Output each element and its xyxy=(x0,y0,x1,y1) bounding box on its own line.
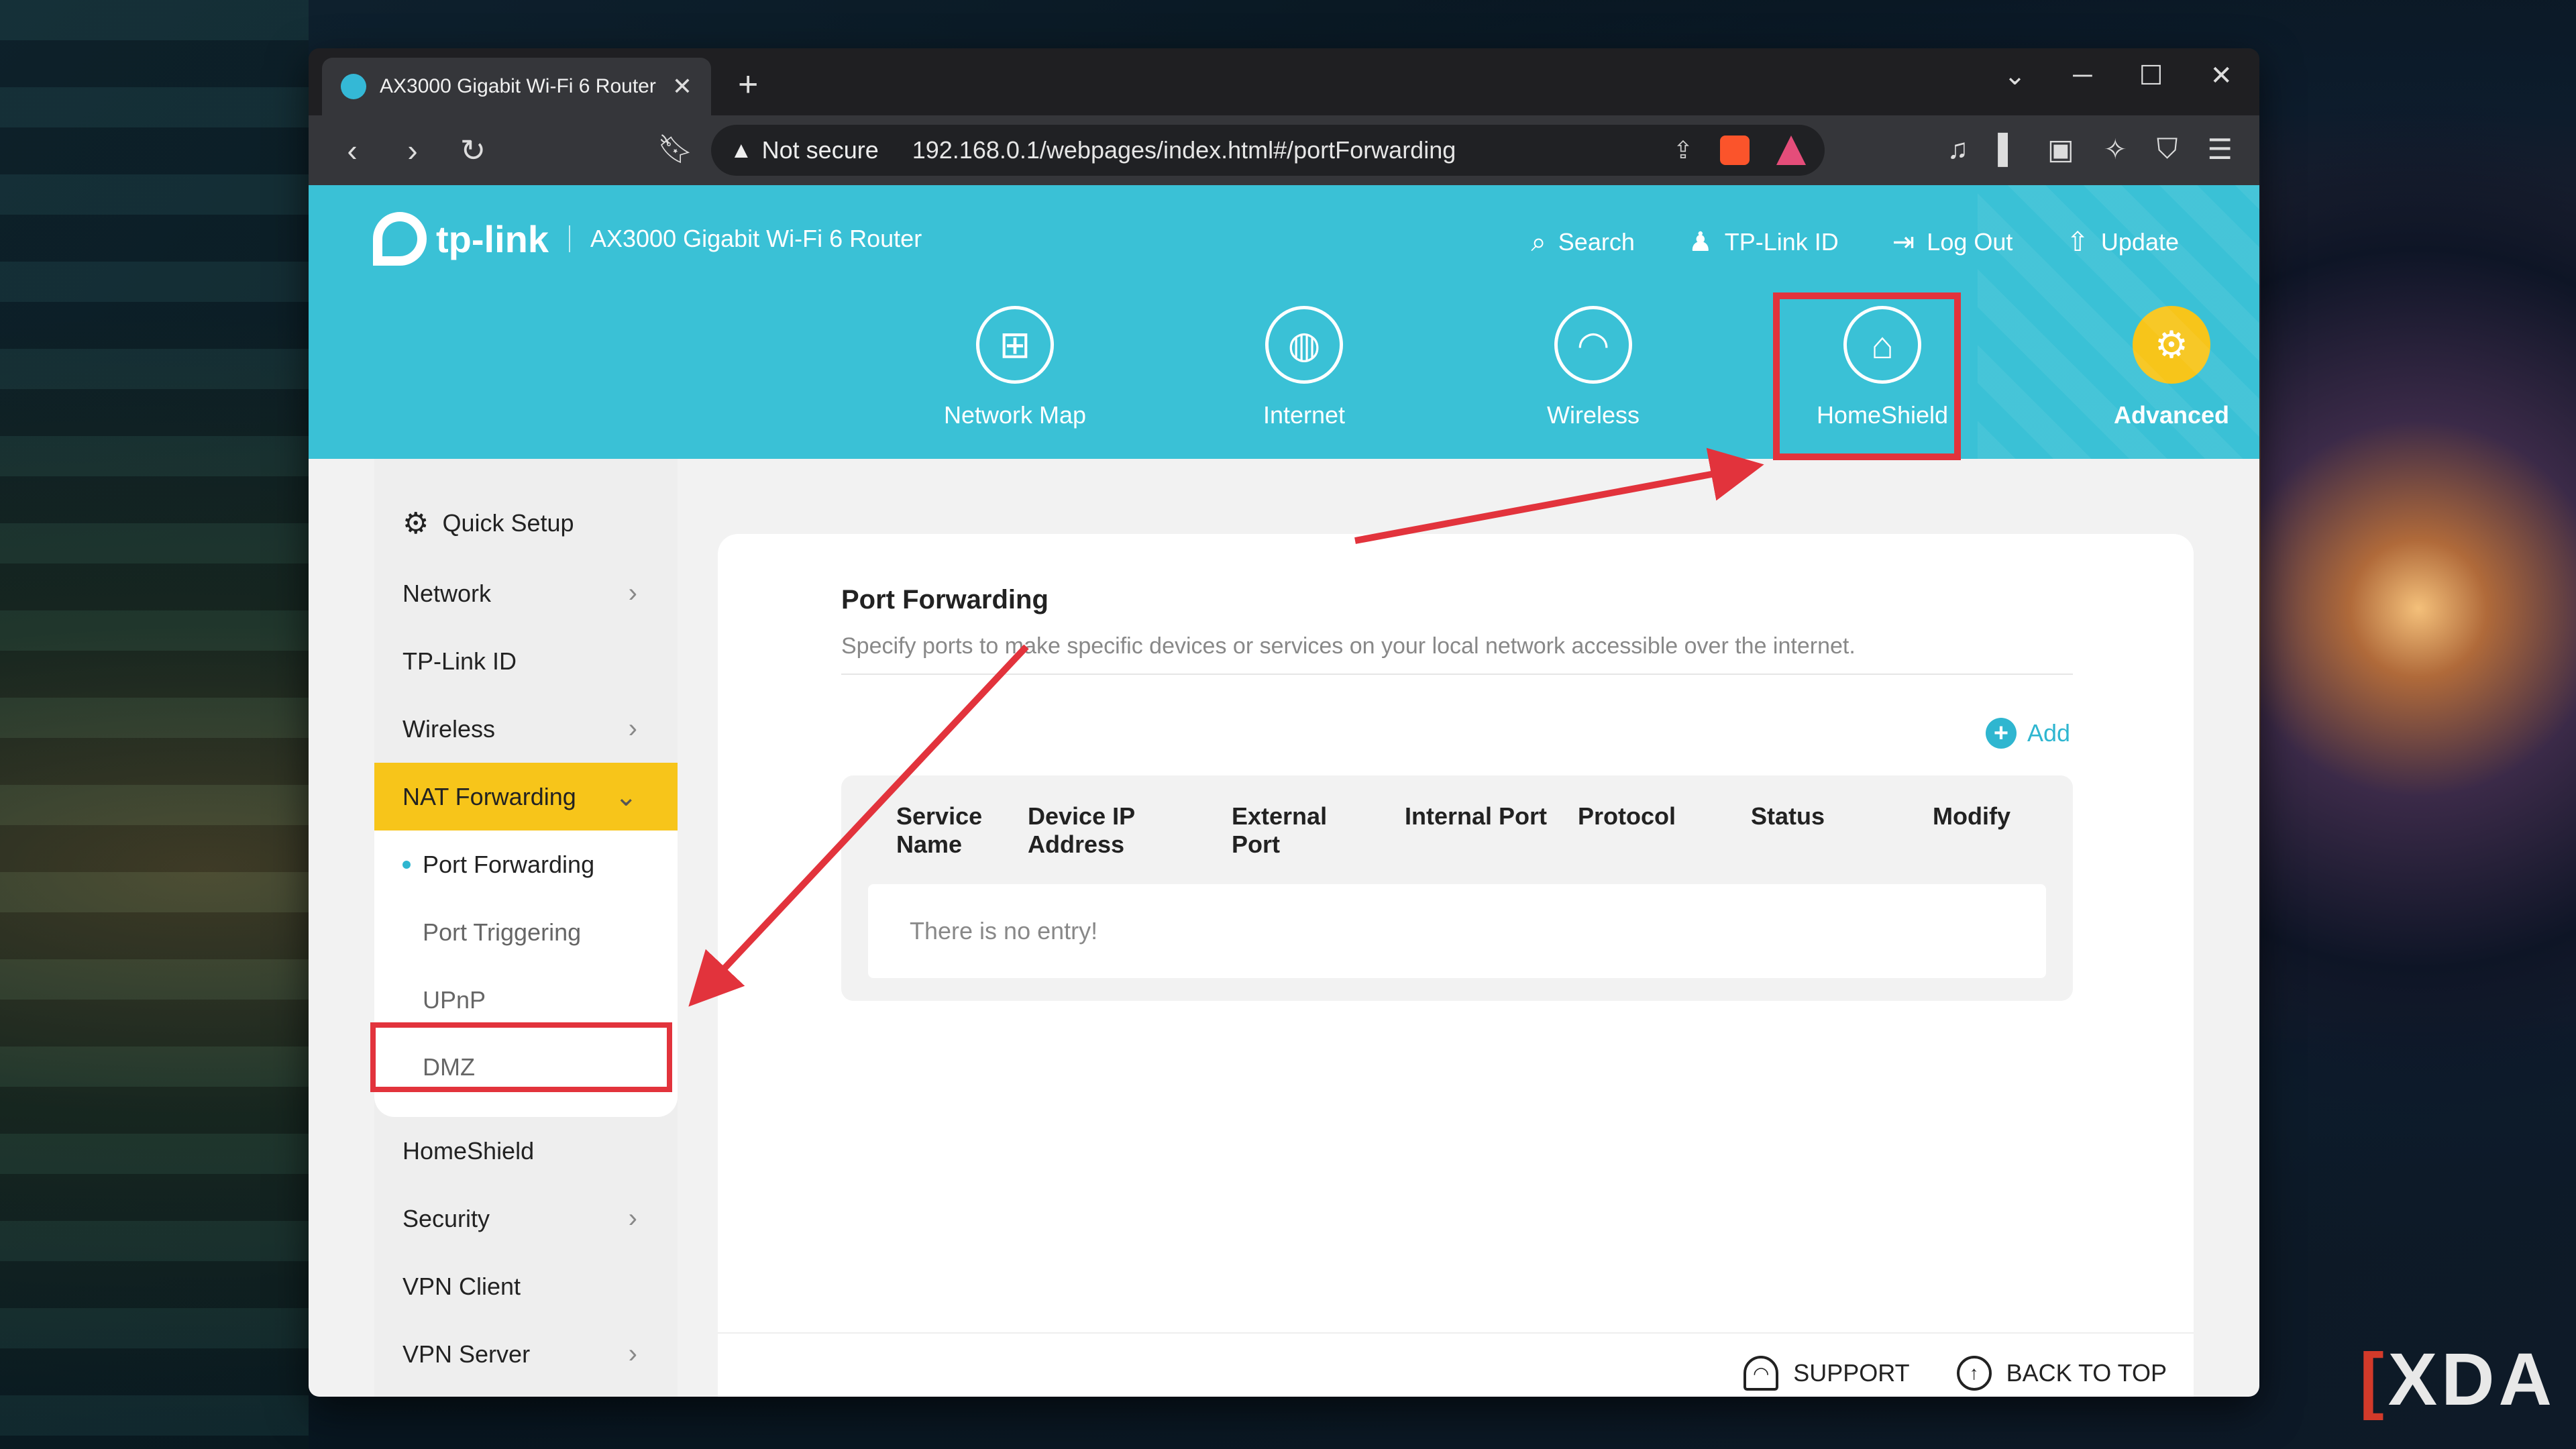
arrow-to-nat-forwarding xyxy=(688,644,1029,1007)
not-secure-label[interactable]: Not secure xyxy=(762,136,879,164)
annotation-arrows xyxy=(688,447,1764,1007)
minimize-icon[interactable]: ─ xyxy=(2073,60,2092,91)
window-controls: ⌄ ─ ☐ ✕ xyxy=(2004,60,2233,91)
reload-icon[interactable]: ↻ xyxy=(456,132,490,168)
menu-icon[interactable]: ☰ xyxy=(2207,133,2233,166)
browser-tab[interactable]: AX3000 Gigabit Wi-Fi 6 Router ✕ xyxy=(322,58,711,115)
wallet-icon[interactable]: ▣ xyxy=(2047,133,2074,166)
forward-icon[interactable]: › xyxy=(396,132,429,168)
address-bar[interactable]: ▲ Not secure 192.168.0.1/webpages/index.… xyxy=(711,125,1825,176)
arrow-to-advanced xyxy=(1354,447,1764,544)
maximize-icon[interactable]: ☐ xyxy=(2139,60,2163,91)
leo-icon[interactable]: ✧ xyxy=(2104,133,2127,166)
tab-bar: AX3000 Gigabit Wi-Fi 6 Router ✕ + ⌄ ─ ☐ … xyxy=(309,48,2259,115)
background-right-art xyxy=(2261,0,2576,1449)
browser-toolbar: ‹ › ↻ 🔖︎ ▲ Not secure 192.168.0.1/webpag… xyxy=(309,115,2259,185)
sidebar-icon[interactable]: ▌ xyxy=(1998,133,2018,166)
extension-icons: ♫ ▌ ▣ ✧ ⛉ ☰ xyxy=(1947,133,2233,166)
brave-shields-icon[interactable] xyxy=(1720,136,1750,165)
bookmark-icon[interactable]: 🔖︎ xyxy=(657,133,693,166)
tab-search-icon[interactable]: ⌄ xyxy=(2004,60,2027,91)
xda-watermark: [XDA xyxy=(2359,1338,2556,1421)
share-icon[interactable]: ⇪ xyxy=(1673,136,1693,164)
url-text[interactable]: 192.168.0.1/webpages/index.html#/portFor… xyxy=(912,136,1673,164)
browser-window: AX3000 Gigabit Wi-Fi 6 Router ✕ + ⌄ ─ ☐ … xyxy=(309,48,2259,1397)
back-icon[interactable]: ‹ xyxy=(335,132,369,168)
music-icon[interactable]: ♫ xyxy=(1947,133,1969,166)
tab-close-icon[interactable]: ✕ xyxy=(672,72,692,101)
router-page: tp-link AX3000 Gigabit Wi-Fi 6 Router ⌕ S… xyxy=(309,185,2259,1397)
tab-title: AX3000 Gigabit Wi-Fi 6 Router xyxy=(380,75,656,97)
new-tab-button[interactable]: + xyxy=(738,64,758,105)
background-left-art xyxy=(0,0,309,1449)
vpn-icon[interactable]: ⛉ xyxy=(2157,133,2178,166)
warning-icon[interactable]: ▲ xyxy=(730,138,753,164)
brave-rewards-icon[interactable] xyxy=(1776,136,1806,165)
close-window-icon[interactable]: ✕ xyxy=(2210,60,2233,91)
tplink-favicon-icon xyxy=(341,74,366,99)
